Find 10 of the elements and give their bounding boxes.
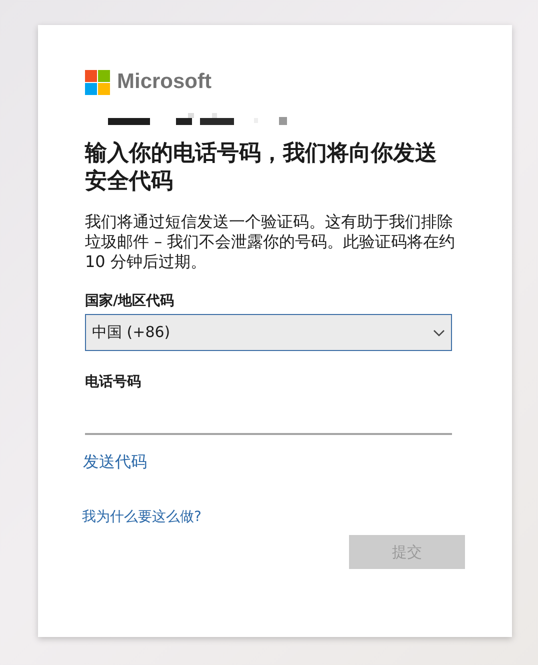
page-heading: 输入你的电话号码，我们将向你发送安全代码 <box>85 140 438 196</box>
field-label: 电话号码 <box>85 373 141 391</box>
field-label: 国家/地区代码 <box>85 292 174 310</box>
country-code-select[interactable]: 中国 (+86) <box>85 314 452 351</box>
why-link[interactable]: 我为什么要这么做? <box>82 508 202 526</box>
chevron-down-icon <box>433 328 445 336</box>
brand-name: Microsoft <box>117 70 212 94</box>
description-text: 我们将通过短信发送一个验证码。这有助于我们排除垃圾邮件 – 我们不会泄露你的号码。此验证码将在约 10 分钟后过期。 <box>85 212 456 272</box>
microsoft-logo-icon <box>85 70 110 94</box>
send-code-link[interactable]: 发送代码 <box>83 452 147 473</box>
